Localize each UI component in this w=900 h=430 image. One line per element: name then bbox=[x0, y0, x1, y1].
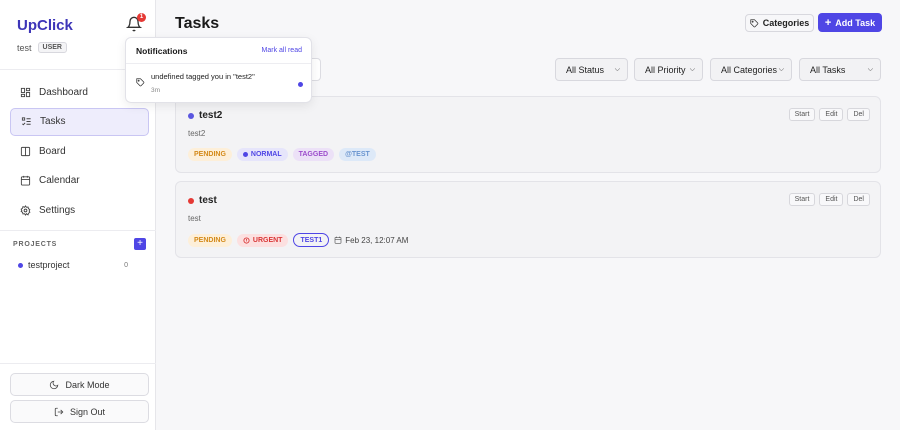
task-actions: Start Edit Del bbox=[788, 193, 870, 206]
sidebar-item-calendar[interactable]: Calendar bbox=[10, 167, 149, 195]
sidebar-item-tasks[interactable]: Tasks bbox=[10, 107, 149, 136]
categories-button[interactable]: Categories bbox=[745, 14, 814, 32]
priority-label: NORMAL bbox=[250, 151, 282, 158]
task-description: test2 bbox=[188, 129, 206, 138]
priority-dot bbox=[188, 112, 194, 119]
sign-out-icon bbox=[54, 407, 64, 416]
sidebar-item-board[interactable]: Board bbox=[10, 137, 149, 165]
tasks-filter[interactable]: All Tasks ⌵ bbox=[799, 58, 881, 81]
username: test bbox=[17, 42, 32, 53]
due-date: Feb 23, 12:07 AM bbox=[334, 236, 408, 245]
due-date-text: Feb 23, 12:07 AM bbox=[345, 235, 409, 245]
project-count: 0 bbox=[124, 261, 128, 269]
task-title: test bbox=[188, 195, 217, 206]
notification-text[interactable]: undefined tagged you in "test2" bbox=[151, 72, 255, 81]
notifications-title: Notifications bbox=[136, 46, 188, 56]
sign-out-button[interactable]: Sign Out bbox=[10, 400, 149, 423]
mark-all-read-link[interactable]: Mark all read bbox=[262, 47, 302, 54]
task-title-text: test2 bbox=[199, 110, 223, 121]
add-task-label: Add Task bbox=[835, 17, 876, 28]
calendar-icon bbox=[20, 175, 31, 186]
board-icon bbox=[20, 146, 31, 156]
tag-badge: TAGGED bbox=[292, 148, 335, 161]
delete-button[interactable]: Del bbox=[847, 108, 870, 121]
sidebar-item-label: Dashboard bbox=[39, 86, 88, 98]
unread-dot bbox=[298, 82, 303, 87]
sign-out-label: Sign Out bbox=[69, 406, 106, 417]
user-info: test USER bbox=[17, 42, 67, 53]
divider bbox=[126, 63, 311, 64]
plus-icon: + bbox=[824, 16, 832, 29]
tasks-icon bbox=[21, 117, 31, 126]
priority-dot bbox=[188, 197, 194, 204]
notification-badge: 1 bbox=[137, 13, 146, 22]
categories-filter-value: All Categories bbox=[721, 64, 778, 75]
edit-button[interactable]: Edit bbox=[819, 193, 844, 206]
chevron-down-icon: ⌵ bbox=[778, 65, 784, 73]
projects-label: PROJECTS bbox=[13, 241, 58, 248]
delete-button[interactable]: Del bbox=[847, 193, 870, 206]
status-badge: PENDING bbox=[188, 148, 232, 161]
status-filter[interactable]: All Status ⌵ bbox=[555, 58, 628, 81]
project-badge: TEST1 bbox=[293, 233, 330, 247]
start-button[interactable]: Start bbox=[788, 108, 816, 121]
task-card[interactable]: test2 test2 Start Edit Del PENDING NORMA… bbox=[175, 96, 881, 173]
priority-badge: NORMAL bbox=[236, 148, 288, 161]
role-badge: USER bbox=[37, 42, 67, 53]
project-dot bbox=[18, 262, 23, 268]
tasks-filter-value: All Tasks bbox=[810, 64, 846, 75]
categories-filter[interactable]: All Categories ⌵ bbox=[710, 58, 792, 81]
chevron-down-icon: ⌵ bbox=[689, 65, 695, 73]
brand-logo[interactable]: UpClick bbox=[17, 17, 73, 34]
status-filter-value: All Status bbox=[566, 64, 605, 75]
priority-filter-value: All Priority bbox=[645, 64, 686, 75]
notification-time: 3m bbox=[151, 87, 161, 94]
add-task-button[interactable]: + Add Task bbox=[818, 13, 882, 32]
sidebar-item-settings[interactable]: Settings bbox=[10, 196, 149, 224]
task-card[interactable]: test test Start Edit Del PENDING URGENT … bbox=[175, 181, 881, 258]
dark-mode-label: Dark Mode bbox=[65, 379, 110, 390]
project-item[interactable]: testproject 0 bbox=[18, 260, 128, 270]
project-name: testproject bbox=[28, 260, 70, 270]
priority-filter[interactable]: All Priority ⌵ bbox=[634, 58, 703, 81]
chevron-down-icon: ⌵ bbox=[614, 65, 620, 73]
categories-label: Categories bbox=[762, 18, 810, 28]
status-badge: PENDING bbox=[188, 233, 232, 247]
start-button[interactable]: Start bbox=[788, 193, 816, 206]
task-chips: PENDING NORMAL TAGGED @TEST bbox=[188, 148, 376, 161]
priority-badge: URGENT bbox=[236, 233, 289, 247]
dark-mode-button[interactable]: Dark Mode bbox=[10, 373, 149, 396]
task-actions: Start Edit Del bbox=[788, 108, 870, 121]
alert-circle-icon bbox=[243, 236, 250, 244]
task-description: test bbox=[188, 214, 201, 223]
calendar-icon bbox=[334, 236, 342, 244]
mention-badge: @TEST bbox=[339, 148, 376, 161]
dashboard-icon bbox=[20, 87, 31, 97]
priority-label: URGENT bbox=[252, 236, 283, 244]
add-project-button[interactable]: + bbox=[134, 238, 146, 250]
sidebar-item-label: Calendar bbox=[39, 175, 80, 186]
page-title: Tasks bbox=[175, 15, 220, 32]
chevron-down-icon: ⌵ bbox=[867, 65, 873, 73]
divider bbox=[0, 363, 156, 364]
priority-dot-icon bbox=[242, 152, 248, 157]
moon-icon bbox=[50, 380, 59, 389]
task-title-text: test bbox=[199, 195, 217, 206]
notifications-popover: Notifications Mark all read undefined ta… bbox=[125, 37, 312, 103]
sidebar-item-label: Tasks bbox=[40, 116, 66, 127]
task-title: test2 bbox=[188, 110, 222, 121]
edit-button[interactable]: Edit bbox=[819, 108, 844, 121]
divider bbox=[0, 230, 156, 231]
settings-icon bbox=[20, 204, 31, 216]
task-chips: PENDING URGENT TEST1 Feb 23, 12:07 AM bbox=[188, 233, 408, 247]
tag-icon bbox=[750, 18, 759, 27]
sidebar-item-label: Settings bbox=[39, 204, 76, 216]
tag-icon bbox=[136, 78, 145, 87]
sidebar-item-label: Board bbox=[39, 145, 66, 157]
